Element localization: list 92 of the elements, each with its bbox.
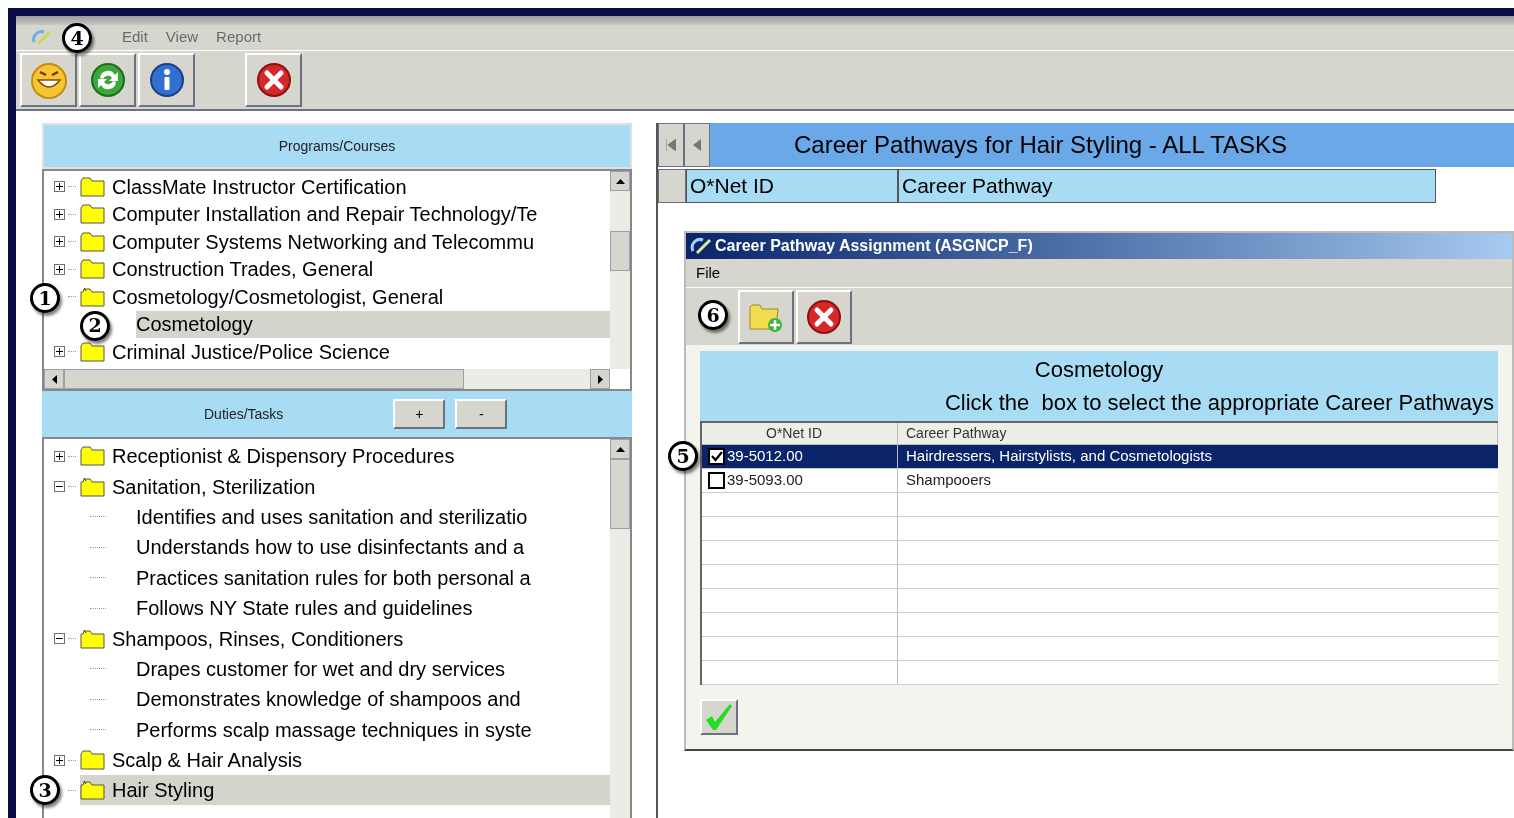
tree-item[interactable]: Criminal Justice/Police Science [112, 336, 390, 367]
tree-item[interactable]: Shampoos, Rinses, Conditioners [112, 623, 404, 654]
folder-icon [80, 204, 106, 225]
tree-item[interactable]: Follows NY State rules and guidelines [136, 593, 473, 624]
refresh-icon [89, 62, 126, 98]
scroll-up-icon[interactable] [610, 171, 630, 191]
info-icon [148, 62, 185, 98]
expand-icon[interactable] [54, 346, 65, 358]
dialog-title: Career Pathway Assignment (ASGNCP_F) [715, 236, 1033, 256]
tree-button[interactable]: + [393, 399, 446, 429]
smiley-icon [28, 60, 69, 100]
expand-icon[interactable] [54, 236, 65, 248]
collapse-icon[interactable] [54, 633, 65, 645]
tree-item[interactable]: Performs scalp massage techniques in syste [136, 714, 532, 745]
expand-icon[interactable] [54, 263, 65, 275]
tree-item[interactable]: Scalp & Hair Analysis [112, 745, 303, 776]
folder-icon [80, 341, 106, 362]
callout-marker: 2 [80, 310, 110, 341]
first-record-icon [666, 139, 676, 151]
callout-marker: 4 [62, 23, 92, 53]
toolbar-button[interactable] [138, 53, 195, 107]
app-logo-icon [30, 27, 52, 48]
column-header: O*Net ID [686, 169, 898, 203]
row-checkbox[interactable] [708, 448, 725, 465]
toolbar-button[interactable] [20, 53, 77, 107]
horizontal-scrollbar[interactable] [44, 369, 610, 389]
collapse-icon[interactable] [54, 481, 65, 493]
menu-item[interactable]: View [165, 26, 199, 49]
tree-item[interactable]: Demonstrates knowledge of shampoos and [136, 684, 521, 715]
first-record-button[interactable] [658, 123, 684, 167]
folder-icon [80, 446, 106, 467]
toolbar-button[interactable] [245, 53, 302, 107]
scroll-thumb[interactable] [610, 231, 630, 271]
tree-item[interactable]: Understands how to use disinfectants and a [136, 532, 525, 563]
panel-title: Duties/Tasks [204, 404, 284, 424]
close-icon [806, 298, 842, 335]
row-selector-header [658, 169, 686, 203]
toolbar-button[interactable] [79, 53, 136, 107]
tree-item[interactable]: Practices sanitation rules for both personal a [136, 562, 531, 593]
previous-record-icon [693, 139, 701, 151]
vertical-scrollbar[interactable] [610, 439, 630, 818]
table-cell-text: 39-5012.00 [727, 446, 803, 467]
left-arrow-icon [51, 374, 57, 384]
scroll-up-icon[interactable] [610, 439, 630, 459]
table-cell-text: Shampooers [905, 470, 993, 491]
tree-item[interactable]: ClassMate Instructor Certification [112, 171, 407, 202]
open-folder-icon [80, 628, 106, 649]
table-cell-text: Hairdressers, Hairstylists, and Cosmetologists [905, 446, 1213, 467]
form-title: Career Pathways for Hair Styling - ALL TASKS [794, 130, 1288, 160]
callout-marker: 6 [698, 300, 728, 330]
close-button[interactable] [796, 289, 852, 344]
open-folder-icon [80, 476, 106, 497]
scroll-right-button[interactable] [590, 369, 610, 389]
folder-icon [80, 750, 106, 771]
expand-icon[interactable] [54, 754, 65, 766]
menu-item[interactable]: Edit [122, 26, 148, 49]
instruction-text: Click the box to select the appropriate Career Pathways [944, 389, 1494, 417]
callout-marker: 5 [668, 441, 698, 471]
scroll-left-button[interactable] [44, 369, 64, 389]
scroll-thumb[interactable] [610, 459, 630, 529]
previous-record-button[interactable] [684, 123, 710, 167]
open-folder-icon [80, 286, 106, 307]
checkmark-icon [704, 702, 734, 732]
folder-icon [80, 176, 106, 197]
app-logo-icon [690, 237, 712, 255]
scroll-thumb[interactable] [64, 369, 464, 389]
confirm-button[interactable] [700, 699, 738, 735]
tree-item[interactable]: Hair Styling [112, 775, 215, 806]
vertical-scrollbar[interactable] [610, 171, 630, 369]
callout-marker: 3 [30, 775, 60, 806]
add-folder-button[interactable] [738, 289, 794, 344]
tree-item[interactable]: Sanitation, Sterilization [112, 471, 316, 502]
tree-item[interactable]: Drapes customer for wet and dry services [136, 653, 506, 684]
tree-button[interactable]: - [455, 399, 508, 429]
table-cell-text: 39-5093.00 [727, 470, 803, 491]
section-heading: Cosmetology [1034, 356, 1164, 384]
folder-icon [80, 259, 106, 280]
tree-item[interactable]: Receptionist & Dispensory Procedures [112, 441, 455, 472]
right-arrow-icon [597, 374, 603, 384]
callout-marker: 1 [30, 283, 60, 313]
menu-item[interactable]: File [696, 261, 721, 285]
expand-icon[interactable] [54, 181, 65, 193]
panel-title: Programs/Courses [278, 136, 396, 156]
close-icon [255, 62, 292, 98]
column-header: Career Pathway [898, 169, 1436, 203]
tree-item[interactable]: Identifies and uses sanitation and sterilizatio [136, 501, 528, 532]
open-folder-icon [80, 780, 106, 801]
row-checkbox[interactable] [708, 472, 725, 489]
expand-icon[interactable] [54, 208, 65, 220]
folder-icon [80, 231, 106, 252]
expand-icon[interactable] [54, 450, 65, 462]
menu-item[interactable]: Report [216, 26, 262, 49]
